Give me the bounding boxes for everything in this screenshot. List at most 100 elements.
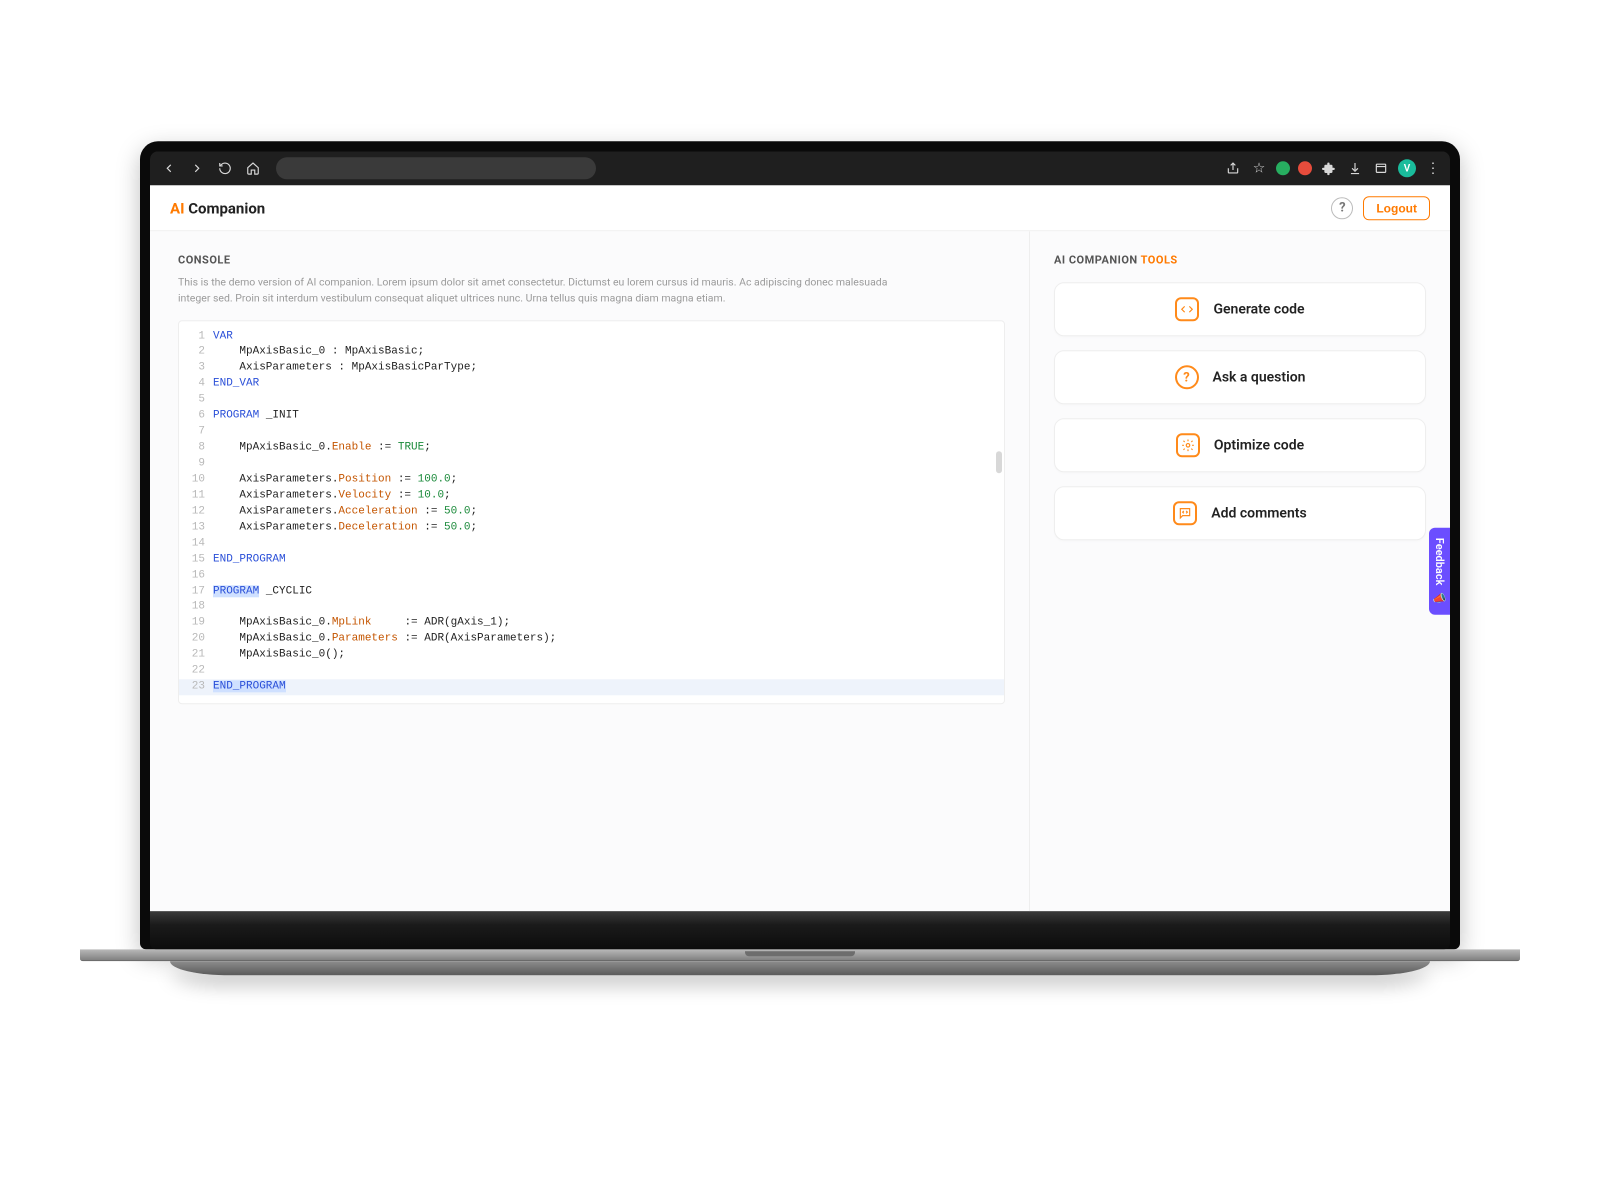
code-content: AxisParameters.Velocity := 10.0; <box>213 488 996 504</box>
line-number: 3 <box>179 361 213 377</box>
code-line[interactable]: 7 <box>179 424 1004 440</box>
console-title: CONSOLE <box>178 253 1005 266</box>
code-content: AxisParameters.Deceleration := 50.0; <box>213 520 996 536</box>
code-line[interactable]: 1VAR <box>179 329 1004 345</box>
code-line[interactable]: 17PROGRAM _CYCLIC <box>179 584 1004 600</box>
tool-optimize[interactable]: Optimize code <box>1054 418 1426 472</box>
code-content: PROGRAM _CYCLIC <box>213 584 996 600</box>
comment-code-icon <box>1173 501 1197 525</box>
feedback-label: Feedback <box>1433 538 1446 586</box>
code-line[interactable]: 21 MpAxisBasic_0(); <box>179 648 1004 664</box>
code-content <box>213 568 996 584</box>
code-content: MpAxisBasic_0.Enable := TRUE; <box>213 440 996 456</box>
code-line[interactable]: 10 AxisParameters.Position := 100.0; <box>179 472 1004 488</box>
line-number: 18 <box>179 600 213 616</box>
code-content <box>213 536 996 552</box>
line-number: 10 <box>179 472 213 488</box>
code-content: MpAxisBasic_0 : MpAxisBasic; <box>213 345 996 361</box>
extensions-puzzle-icon[interactable] <box>1320 159 1338 177</box>
code-line[interactable]: 2 MpAxisBasic_0 : MpAxisBasic; <box>179 345 1004 361</box>
code-line[interactable]: 6PROGRAM _INIT <box>179 408 1004 424</box>
code-content: PROGRAM _INIT <box>213 408 996 424</box>
code-content <box>213 600 996 616</box>
line-number: 15 <box>179 552 213 568</box>
code-content <box>213 393 996 409</box>
line-number: 9 <box>179 456 213 472</box>
extension-green-icon[interactable] <box>1276 161 1290 175</box>
tools-pane: AI COMPANION TOOLS Generate code? Ask a q… <box>1030 231 1450 911</box>
extension-red-icon[interactable] <box>1298 161 1312 175</box>
code-icon <box>1175 297 1199 321</box>
line-number: 14 <box>179 536 213 552</box>
code-line[interactable]: 18 <box>179 600 1004 616</box>
kebab-menu-icon[interactable]: ⋮ <box>1424 159 1442 177</box>
brand-accent: AI <box>170 199 184 217</box>
code-content: MpAxisBasic_0.MpLink := ADR(gAxis_1); <box>213 616 996 632</box>
code-line[interactable]: 11 AxisParameters.Velocity := 10.0; <box>179 488 1004 504</box>
bookmark-star-icon[interactable]: ☆ <box>1250 159 1268 177</box>
code-line[interactable]: 8 MpAxisBasic_0.Enable := TRUE; <box>179 440 1004 456</box>
line-number: 2 <box>179 345 213 361</box>
code-content <box>213 424 996 440</box>
code-content: END_PROGRAM <box>213 552 996 568</box>
window-icon[interactable] <box>1372 159 1390 177</box>
app-root: AI Companion ? Logout CONSOLE This is th… <box>150 185 1450 911</box>
laptop-frame: ☆ V ⋮ <box>140 141 1460 975</box>
code-line[interactable]: 5 <box>179 393 1004 409</box>
code-line[interactable]: 4END_VAR <box>179 377 1004 393</box>
help-icon[interactable]: ? <box>1331 197 1353 219</box>
code-line[interactable]: 22 <box>179 663 1004 679</box>
code-line[interactable]: 20 MpAxisBasic_0.Parameters := ADR(AxisP… <box>179 632 1004 648</box>
line-number: 11 <box>179 488 213 504</box>
code-line[interactable]: 15END_PROGRAM <box>179 552 1004 568</box>
code-content: AxisParameters.Position := 100.0; <box>213 472 996 488</box>
tool-ask[interactable]: ? Ask a question <box>1054 350 1426 404</box>
code-line[interactable]: 16 <box>179 568 1004 584</box>
code-line[interactable]: 9 <box>179 456 1004 472</box>
code-line[interactable]: 14 <box>179 536 1004 552</box>
profile-avatar[interactable]: V <box>1398 159 1416 177</box>
code-line[interactable]: 23END_PROGRAM <box>179 679 1004 695</box>
gear-icon <box>1176 433 1200 457</box>
laptop-foot <box>170 961 1430 975</box>
code-content: END_VAR <box>213 377 996 393</box>
browser-home-icon[interactable] <box>242 157 264 179</box>
code-line[interactable]: 12 AxisParameters.Acceleration := 50.0; <box>179 504 1004 520</box>
code-editor[interactable]: 1VAR2 MpAxisBasic_0 : MpAxisBasic;3 Axis… <box>178 320 1005 705</box>
tools-title: AI COMPANION TOOLS <box>1054 253 1426 266</box>
tool-label: Generate code <box>1213 301 1304 317</box>
browser-forward-icon[interactable] <box>186 157 208 179</box>
tool-label: Ask a question <box>1213 369 1306 385</box>
scroll-marker <box>996 451 1002 473</box>
code-content: END_PROGRAM <box>213 679 996 695</box>
tool-label: Add comments <box>1211 505 1306 521</box>
megaphone-icon: 📣 <box>1433 591 1446 604</box>
browser-address-bar[interactable] <box>276 157 596 179</box>
code-content: AxisParameters.Acceleration := 50.0; <box>213 504 996 520</box>
app-body: CONSOLE This is the demo version of AI c… <box>150 231 1450 911</box>
download-icon[interactable] <box>1346 159 1364 177</box>
browser-back-icon[interactable] <box>158 157 180 179</box>
brand-rest: Companion <box>184 199 265 217</box>
feedback-tab[interactable]: Feedback 📣 <box>1429 528 1450 615</box>
tool-comments[interactable]: Add comments <box>1054 486 1426 540</box>
question-icon: ? <box>1175 365 1199 389</box>
tool-generate[interactable]: Generate code <box>1054 282 1426 336</box>
code-line[interactable]: 3 AxisParameters : MpAxisBasicParType; <box>179 361 1004 377</box>
share-icon[interactable] <box>1224 159 1242 177</box>
browser-reload-icon[interactable] <box>214 157 236 179</box>
console-pane: CONSOLE This is the demo version of AI c… <box>150 231 1030 911</box>
laptop-base <box>150 911 1450 949</box>
tools-title-prefix: AI COMPANION <box>1054 253 1141 266</box>
line-number: 22 <box>179 663 213 679</box>
code-line[interactable]: 19 MpAxisBasic_0.MpLink := ADR(gAxis_1); <box>179 616 1004 632</box>
logout-button[interactable]: Logout <box>1363 196 1430 220</box>
line-number: 7 <box>179 424 213 440</box>
screen-bezel: ☆ V ⋮ <box>140 141 1460 949</box>
line-number: 8 <box>179 440 213 456</box>
code-content: VAR <box>213 329 996 345</box>
tool-label: Optimize code <box>1214 437 1304 453</box>
line-number: 23 <box>179 679 213 695</box>
code-line[interactable]: 13 AxisParameters.Deceleration := 50.0; <box>179 520 1004 536</box>
line-number: 1 <box>179 329 213 345</box>
